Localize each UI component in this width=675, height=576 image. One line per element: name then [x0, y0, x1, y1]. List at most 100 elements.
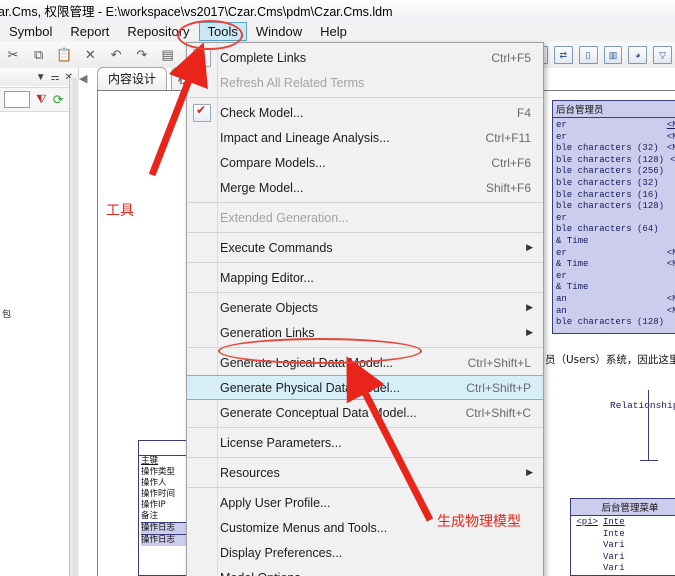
tab-content-design[interactable]: 内容设计	[97, 67, 168, 90]
menu-gutter	[187, 400, 217, 425]
table-row: ble characters (256)	[556, 166, 665, 177]
table-row: & Time	[556, 235, 589, 246]
table-row: ble characters (16)	[556, 189, 659, 200]
menubar-item-help[interactable]: Help	[311, 22, 356, 41]
cut-icon[interactable]: ✂	[3, 45, 23, 65]
model-icon[interactable]: ▽	[653, 46, 673, 64]
menu-item-model-options[interactable]: Model Options...	[187, 565, 543, 576]
chevron-right-icon: ▶	[526, 467, 533, 477]
table-row: <pi> Inte	[576, 517, 625, 527]
menu-separator	[187, 97, 543, 98]
entity-admin-user-attributes: er<M> er<M> ble characters (32)<M> ble c…	[553, 118, 675, 331]
table-row: & Time	[556, 282, 589, 293]
menu-item-impact-and-lineage-analysis[interactable]: Impact and Lineage Analysis... Ctrl+F11	[187, 125, 543, 150]
menu-item-generate-objects[interactable]: Generate Objects ▶	[187, 295, 543, 320]
menu-gutter	[187, 125, 217, 150]
menu-gutter	[187, 295, 217, 320]
table-row: an<M>	[556, 293, 675, 304]
menu-item-check-model[interactable]: Check Model... F4	[187, 100, 543, 125]
menu-item-extended-generation[interactable]: Extended Generation...	[187, 205, 543, 230]
tools-dropdown-menu[interactable]: Complete Links Ctrl+F5 Refresh All Relat…	[186, 42, 544, 576]
columns-icon[interactable]: ▥	[603, 46, 623, 64]
generate-icon[interactable]: ◕	[628, 46, 648, 64]
menu-item-generate-physical-data-model[interactable]: Generate Physical Data Model... Ctrl+Shi…	[187, 375, 543, 400]
table-row: er	[556, 270, 567, 281]
entity-admin-menu-title: 后台管理菜单	[571, 499, 675, 516]
page-icon[interactable]: ▯	[578, 46, 598, 64]
chevron-down-icon[interactable]: ▼	[36, 72, 46, 83]
pdm-application-window: ar.Cms, 权限管理 - E:\workspace\vs2017\Czar.…	[0, 0, 675, 576]
pin-icon[interactable]: ⚎	[51, 72, 60, 83]
relationship-icon[interactable]: ⇄	[553, 46, 573, 64]
menu-item-merge-model[interactable]: Merge Model... Shift+F6	[187, 175, 543, 200]
menu-gutter	[187, 460, 217, 485]
menu-item-refresh-all-related-terms[interactable]: Refresh All Related Terms	[187, 70, 543, 95]
entity-admin-user[interactable]: 后台管理员 er<M> er<M> ble characters (32)<M>…	[552, 100, 675, 334]
menu-gutter	[187, 376, 217, 399]
undo-icon[interactable]: ↶	[106, 45, 126, 65]
ellipse-around-tools-menu	[177, 20, 243, 50]
chevron-right-icon: ▶	[526, 242, 533, 252]
menu-separator	[187, 292, 543, 293]
menu-gutter	[187, 350, 217, 375]
table-row: an<M>	[556, 305, 675, 316]
chevron-right-icon: ▶	[526, 327, 533, 337]
redo-icon[interactable]: ↷	[132, 45, 152, 65]
menu-item-mapping-editor[interactable]: Mapping Editor...	[187, 265, 543, 290]
menu-gutter	[187, 430, 217, 455]
menu-bar[interactable]: Symbol Report Repository Tools Window He…	[0, 20, 675, 43]
menu-gutter	[187, 175, 217, 200]
table-row: Vari	[603, 540, 625, 550]
menu-separator	[187, 232, 543, 233]
paste-icon[interactable]: 📋	[55, 45, 75, 65]
left-panel-vertical-label: 包	[1, 309, 11, 318]
refresh-icon[interactable]: ⟳	[53, 92, 64, 108]
menu-gutter	[187, 490, 217, 515]
menu-item-complete-links[interactable]: Complete Links Ctrl+F5	[187, 45, 543, 70]
filter-input[interactable]	[4, 91, 30, 108]
filter-clear-icon[interactable]: ⧨	[36, 92, 47, 107]
annotation-label-generate-physical-model: 生成物理模型	[437, 514, 521, 530]
menu-separator	[187, 202, 543, 203]
menu-separator	[187, 487, 543, 488]
menu-gutter	[187, 565, 217, 576]
table-row: ble characters (128)	[556, 317, 665, 328]
menu-gutter	[187, 265, 217, 290]
left-panel-header[interactable]: ▼ ⚎ ✕	[0, 68, 78, 86]
menu-separator	[187, 262, 543, 263]
table-row: ble characters (128)<M>	[556, 154, 675, 165]
relationship-line-vertical	[648, 390, 649, 460]
menu-item-resources[interactable]: Resources ▶	[187, 460, 543, 485]
tab-scroll-left-icon[interactable]: ◀	[79, 72, 87, 85]
relationship-line-horizontal	[640, 460, 658, 461]
menu-item-compare-models[interactable]: Compare Models... Ctrl+F6	[187, 150, 543, 175]
menu-separator	[187, 427, 543, 428]
properties-icon[interactable]: ▤	[158, 45, 178, 65]
ellipse-around-generate-physical-data-model	[218, 338, 422, 364]
menu-gutter	[187, 150, 217, 175]
delete-icon[interactable]: ✕	[80, 45, 100, 65]
entity-admin-menu-attributes: <pi> Inte Inte Vari Vari Vari	[571, 516, 675, 576]
annotation-label-tools: 工具	[106, 203, 134, 219]
menu-item-generate-conceptual-data-model[interactable]: Generate Conceptual Data Model... Ctrl+S…	[187, 400, 543, 425]
menu-item-license-parameters[interactable]: License Parameters...	[187, 430, 543, 455]
check-model-icon	[187, 100, 217, 125]
left-panel-tree[interactable]: 包	[0, 114, 78, 576]
menubar-item-symbol[interactable]: Symbol	[0, 22, 61, 41]
chevron-right-icon: ▶	[526, 302, 533, 312]
table-row: er	[556, 212, 567, 223]
menu-gutter	[187, 70, 217, 95]
table-row: ble characters (64)	[556, 224, 659, 235]
copy-icon[interactable]: ⧉	[29, 45, 49, 65]
entity-admin-menu[interactable]: 后台管理菜单 <pi> Inte Inte Vari Vari Vari	[570, 498, 675, 576]
table-row: ble characters (32)<M>	[556, 143, 675, 154]
menubar-item-window[interactable]: Window	[247, 22, 311, 41]
table-row: er<M>	[556, 120, 675, 130]
table-row: Vari	[603, 563, 625, 573]
menu-item-display-preferences[interactable]: Display Preferences...	[187, 540, 543, 565]
menu-item-execute-commands[interactable]: Execute Commands ▶	[187, 235, 543, 260]
left-panel-toolbar[interactable]: ⧨ ⟳	[0, 87, 78, 112]
left-browser-panel: ▼ ⚎ ✕ ⧨ ⟳ 包	[0, 68, 79, 576]
menu-gutter	[187, 320, 217, 345]
menubar-item-report[interactable]: Report	[61, 22, 118, 41]
